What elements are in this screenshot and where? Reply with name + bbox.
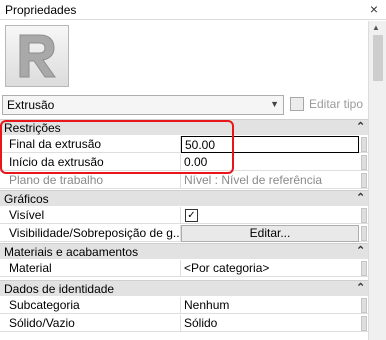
property-row-subcategoria[interactable]: Subcategoria Nenhum — [0, 297, 368, 314]
type-preview — [0, 21, 368, 91]
material-value[interactable]: <Por categoria> — [181, 260, 359, 277]
subcategoria-value[interactable]: Nenhum — [181, 297, 359, 314]
collapse-icon[interactable]: ⌃ — [356, 281, 365, 294]
solido-vazio-value[interactable]: Sólido — [181, 315, 359, 332]
property-name: Visibilidade/Sobreposição de g... — [0, 225, 181, 242]
type-selector-value: Extrusão — [7, 98, 55, 112]
scroll-up-arrow-icon[interactable]: ▲ — [372, 23, 380, 32]
section-title: Restrições — [4, 121, 61, 135]
revit-r-logo-icon — [5, 25, 69, 87]
title-bar: Propriedades × — [0, 0, 386, 20]
inicio-extrusao-value[interactable]: 0.00 — [181, 154, 359, 171]
type-selector-row: Extrusão ▼ Editar tipo — [0, 93, 368, 117]
collapse-icon[interactable]: ⌃ — [356, 120, 365, 133]
property-row-material[interactable]: Material <Por categoria> — [0, 260, 368, 277]
close-icon[interactable]: × — [370, 1, 378, 17]
row-handle — [361, 261, 367, 276]
row-handle — [361, 173, 367, 188]
visivel-checkbox[interactable]: ✓ — [185, 209, 198, 222]
vertical-scrollbar[interactable]: ▲ — [368, 21, 386, 340]
section-title: Dados de identidade — [4, 282, 115, 296]
collapse-icon[interactable]: ⌃ — [356, 191, 365, 204]
row-handle — [361, 155, 367, 170]
property-value[interactable]: 50.00 — [181, 136, 359, 153]
property-value[interactable]: Editar... — [181, 225, 359, 242]
type-selector-dropdown[interactable]: Extrusão ▼ — [2, 95, 284, 115]
section-title: Materiais e acabamentos — [4, 245, 139, 259]
collapse-icon[interactable]: ⌃ — [356, 244, 365, 257]
section-restricoes[interactable]: Restrições ⌃ — [0, 119, 368, 135]
property-name: Material — [0, 260, 181, 277]
property-row-solido-vazio[interactable]: Sólido/Vazio Sólido — [0, 315, 368, 332]
property-row-visivel[interactable]: Visível ✓ — [0, 207, 368, 224]
plano-trabalho-value: Nível : Nível de referência — [184, 173, 323, 187]
property-row-plano-trabalho: Plano de trabalho Nível : Nível de refer… — [0, 172, 368, 189]
edit-type-icon — [290, 97, 304, 111]
property-name: Visível — [0, 207, 181, 224]
property-row-inicio-extrusao[interactable]: Início da extrusão 0.00 — [0, 154, 368, 171]
section-identidade[interactable]: Dados de identidade ⌃ — [0, 280, 368, 296]
row-handle — [361, 137, 367, 152]
section-title: Gráficos — [4, 192, 49, 206]
property-name: Início da extrusão — [0, 154, 181, 171]
property-name: Subcategoria — [0, 297, 181, 314]
property-value[interactable]: ✓ — [181, 207, 359, 224]
property-name: Final da extrusão — [0, 136, 181, 153]
row-handle — [361, 226, 367, 241]
section-graficos[interactable]: Gráficos ⌃ — [0, 190, 368, 206]
chevron-down-icon[interactable]: ▼ — [270, 99, 279, 109]
property-row-visibilidade[interactable]: Visibilidade/Sobreposição de g... Editar… — [0, 225, 368, 242]
final-extrusao-input[interactable]: 50.00 — [181, 136, 359, 153]
row-handle — [361, 298, 367, 313]
property-row-final-extrusao[interactable]: Final da extrusão 50.00 — [0, 136, 368, 153]
property-name: Sólido/Vazio — [0, 315, 181, 332]
row-handle — [361, 208, 367, 223]
scrollbar-thumb[interactable] — [373, 35, 383, 81]
section-materiais[interactable]: Materiais e acabamentos ⌃ — [0, 243, 368, 259]
editar-button[interactable]: Editar... — [181, 225, 359, 242]
window-title: Propriedades — [5, 3, 77, 17]
edit-type-label: Editar tipo — [309, 97, 364, 111]
property-name: Plano de trabalho — [0, 172, 181, 189]
edit-type-button[interactable]: Editar tipo — [290, 95, 366, 115]
row-handle — [361, 316, 367, 331]
